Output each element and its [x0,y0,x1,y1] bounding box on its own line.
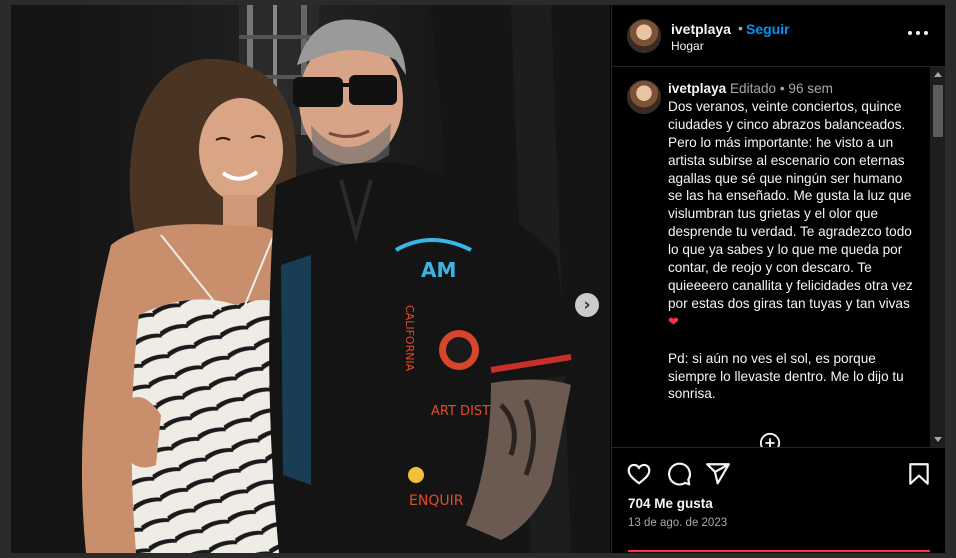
caption-postscript: Pd: si aún no ves el sol, es porque siem… [668,350,904,402]
post-caption: ivetplaya Editado • 96 sem Dos veranos, … [668,80,920,403]
caption-author-avatar[interactable] [627,80,661,114]
share-icon[interactable] [705,461,731,487]
shirt-print-am: AM [421,258,456,282]
post-modal: AM CALIFORNIA ART DISTRICT ENQUIR › ivet… [11,5,945,553]
caption-separator: • [779,81,785,96]
post-side-panel: ivetplaya • Seguir Hogar ivetplaya Edita… [611,5,945,553]
post-date[interactable]: 13 de ago. de 2023 [628,517,727,529]
scroll-up-arrow-icon[interactable] [934,72,942,77]
comments-section: ivetplaya Editado • 96 sem Dos veranos, … [612,67,930,447]
scroll-down-arrow-icon[interactable] [934,437,942,442]
comments-scrollbar[interactable] [930,67,945,447]
like-count[interactable]: 704 Me gusta [628,496,713,511]
heart-emoji: ❤ [668,314,679,330]
plus-circle-icon[interactable] [759,432,781,447]
post-header: ivetplaya • Seguir Hogar [612,5,945,67]
author-username[interactable]: ivetplaya [671,21,731,37]
post-photo[interactable]: AM CALIFORNIA ART DISTRICT ENQUIR › [11,5,610,553]
author-avatar[interactable] [627,19,661,53]
bookmark-icon[interactable] [906,461,932,487]
caption-text: Dos veranos, veinte conciertos, quince c… [668,98,913,311]
scrollbar-thumb[interactable] [933,85,943,137]
caption-username[interactable]: ivetplaya [668,81,726,96]
photo-illustration: AM CALIFORNIA ART DISTRICT ENQUIR [11,5,610,553]
caption-time[interactable]: 96 sem [788,81,833,96]
next-photo-button[interactable]: › [575,293,599,317]
header-separator: • [738,20,743,36]
follow-button[interactable]: Seguir [746,21,790,37]
more-options-icon[interactable] [908,29,928,37]
shirt-print-california: CALIFORNIA [403,305,416,372]
post-actions: 704 Me gusta 13 de ago. de 2023 [612,447,945,553]
comment-input-divider [628,550,930,552]
comment-icon[interactable] [666,461,692,487]
heart-icon[interactable] [626,461,652,487]
edited-label: Editado [729,81,777,96]
post-location[interactable]: Hogar [671,39,704,53]
shirt-print-enquire: ENQUIR [409,493,464,509]
